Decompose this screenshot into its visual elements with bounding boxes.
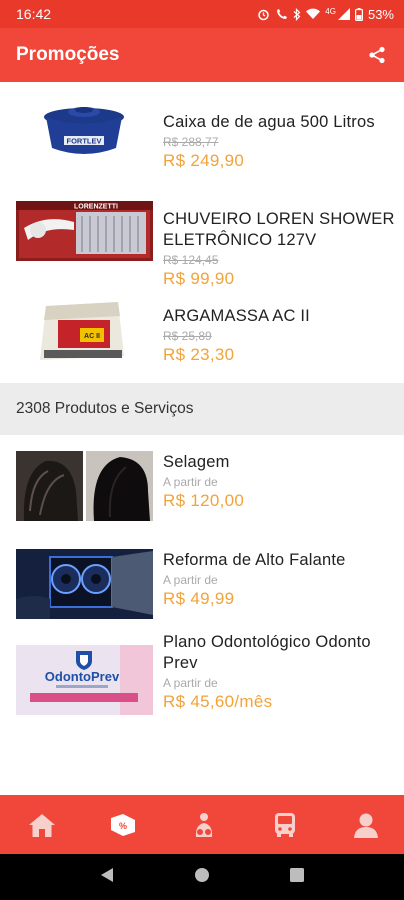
signal-icon bbox=[337, 8, 350, 20]
tab-home[interactable] bbox=[26, 809, 58, 841]
svg-text:%: % bbox=[119, 821, 127, 831]
service-image: OdontoPrev bbox=[16, 645, 153, 715]
service-name: Plano Odontológico Odonto Prev bbox=[163, 633, 371, 672]
product-info: CHUVEIRO LOREN SHOWER ELETRÔNICO 127V R$… bbox=[163, 209, 395, 289]
home-nav-button[interactable] bbox=[194, 867, 210, 888]
bus-icon bbox=[275, 812, 295, 837]
product-price: R$ 249,90 bbox=[163, 151, 245, 170]
content-list: FORTLEV Caixa de de agua 500 Litros R$ 2… bbox=[0, 82, 404, 751]
share-button[interactable] bbox=[364, 42, 390, 68]
service-price: R$ 45,60/mês bbox=[163, 692, 273, 711]
product-brand-text: LORENZETTI bbox=[74, 204, 118, 211]
bluetooth-icon bbox=[293, 7, 301, 21]
back-icon bbox=[101, 867, 113, 882]
network-type: 4G bbox=[325, 6, 336, 16]
home-icon bbox=[29, 813, 55, 837]
product-brand-text: FORTLEV bbox=[67, 137, 102, 146]
recents-icon bbox=[290, 867, 304, 882]
tab-profile[interactable] bbox=[350, 809, 382, 841]
service-item[interactable]: Reforma de Alto Falante A partir de R$ 4… bbox=[0, 533, 404, 631]
promo-item[interactable]: FORTLEV Caixa de de agua 500 Litros R$ 2… bbox=[0, 82, 404, 180]
back-button[interactable] bbox=[100, 867, 114, 888]
promo-item[interactable]: LORENZETTI CHUVEIRO LOREN SHOWER ELETRÔN… bbox=[0, 180, 404, 288]
product-old-price: R$ 25,89 bbox=[163, 329, 212, 343]
service-price: R$ 49,99 bbox=[163, 589, 235, 608]
product-price: R$ 23,30 bbox=[163, 345, 235, 364]
service-image bbox=[16, 549, 153, 619]
system-nav-bar bbox=[0, 854, 404, 900]
services-icon bbox=[195, 812, 213, 837]
service-from-label: A partir de bbox=[163, 676, 218, 690]
status-time: 16:42 bbox=[16, 6, 52, 22]
page-title: Promoções bbox=[16, 44, 120, 65]
app-bar: Promoções bbox=[0, 28, 404, 82]
service-info: Plano Odontológico Odonto Prev A partir … bbox=[163, 632, 395, 712]
service-item[interactable]: Selagem A partir de R$ 120,00 bbox=[0, 435, 404, 533]
product-old-price: R$ 288,77 bbox=[163, 135, 219, 149]
product-name: Caixa de de agua 500 Litros bbox=[163, 113, 375, 131]
promo-tag-icon: % bbox=[111, 813, 135, 836]
product-brand-text: AC II bbox=[84, 333, 100, 340]
wifi-call-icon bbox=[277, 8, 288, 19]
service-brand-text: OdontoPrev bbox=[45, 669, 120, 684]
service-image bbox=[16, 451, 153, 521]
service-name: Selagem bbox=[163, 453, 230, 471]
tab-transport[interactable] bbox=[269, 809, 301, 841]
battery-icon bbox=[354, 7, 363, 21]
service-info: Reforma de Alto Falante A partir de R$ 4… bbox=[163, 550, 395, 609]
service-from-label: A partir de bbox=[163, 573, 218, 587]
recents-button[interactable] bbox=[290, 867, 304, 887]
product-image: AC II bbox=[16, 294, 153, 364]
tab-promotions[interactable]: % bbox=[107, 809, 139, 841]
service-price: R$ 120,00 bbox=[163, 491, 245, 510]
share-icon bbox=[369, 46, 385, 64]
service-info: Selagem A partir de R$ 120,00 bbox=[163, 452, 395, 511]
alarm-icon bbox=[258, 9, 270, 20]
product-name: ARGAMASSA AC II bbox=[163, 307, 310, 325]
promo-item[interactable]: AC II ARGAMASSA AC II R$ 25,89 R$ 23,30 bbox=[0, 278, 404, 376]
home-circle-icon bbox=[195, 867, 209, 882]
service-name: Reforma de Alto Falante bbox=[163, 551, 346, 569]
bottom-tab-bar: % bbox=[0, 795, 404, 854]
tab-services[interactable] bbox=[188, 809, 220, 841]
wifi-icon bbox=[306, 8, 321, 19]
service-item[interactable]: OdontoPrev Plano Odontológico Odonto Pre… bbox=[0, 631, 404, 751]
product-name: CHUVEIRO LOREN SHOWER ELETRÔNICO 127V bbox=[163, 210, 395, 249]
section-header: 2308 Produtos e Serviços bbox=[0, 383, 404, 435]
status-bar: 16:42 4G 53% bbox=[0, 0, 404, 28]
battery-level: 53% bbox=[367, 6, 394, 22]
product-info: ARGAMASSA AC II R$ 25,89 R$ 23,30 bbox=[163, 306, 395, 365]
product-image: LORENZETTI bbox=[16, 196, 153, 266]
product-info: Caixa de de agua 500 Litros R$ 288,77 R$… bbox=[163, 112, 395, 171]
product-old-price: R$ 124,45 bbox=[163, 253, 219, 267]
product-image: FORTLEV bbox=[16, 98, 153, 168]
profile-icon bbox=[354, 813, 378, 838]
service-from-label: A partir de bbox=[163, 475, 218, 489]
status-icons: 4G 53% bbox=[257, 7, 394, 22]
